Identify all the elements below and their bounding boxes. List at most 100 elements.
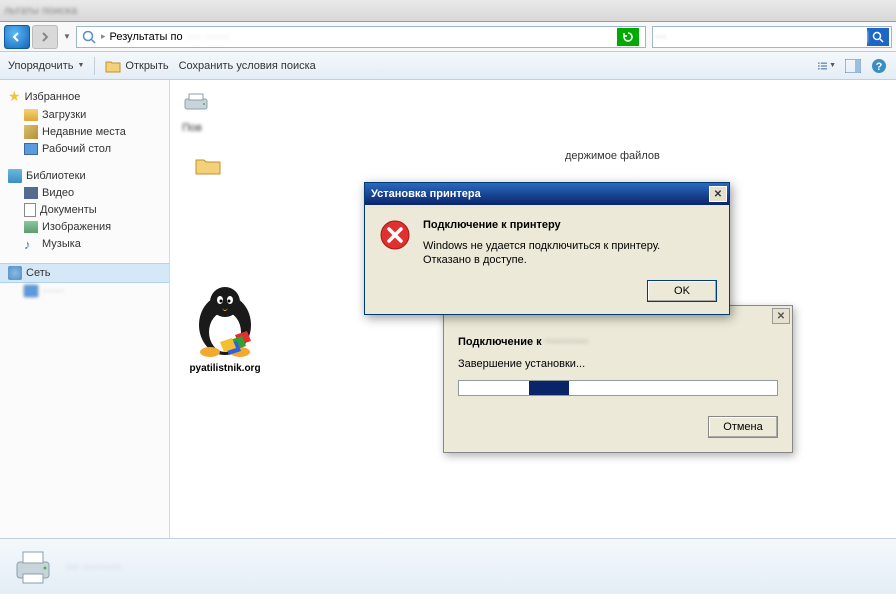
refresh-icon	[622, 31, 634, 43]
progress-status: Завершение установки...	[458, 358, 778, 370]
video-icon	[24, 187, 38, 199]
progress-fill	[529, 381, 569, 395]
organize-label: Упорядочить	[8, 60, 73, 72]
content-area: Пов держимое файлов	[170, 80, 896, 538]
preview-pane-icon	[845, 59, 861, 73]
open-label: Открыть	[125, 60, 168, 72]
window-title-partial: льтаты поиска	[4, 5, 77, 17]
open-folder-icon	[105, 59, 121, 73]
save-search-label: Сохранить условия поиска	[179, 60, 316, 72]
document-icon	[24, 203, 36, 217]
error-line2: Отказано в доступе.	[423, 253, 660, 267]
details-pane: ··· ·········	[0, 538, 896, 594]
window-titlebar: льтаты поиска	[0, 0, 896, 22]
back-arrow-icon	[11, 31, 23, 43]
address-bar[interactable]: ▸ Результаты по ···· ·······	[76, 26, 646, 48]
chevron-down-icon: ▼	[829, 62, 836, 69]
sidebar-item-label: Недавние места	[42, 126, 126, 138]
recent-places-icon	[24, 125, 38, 139]
error-heading: Подключение к принтеру	[423, 219, 660, 231]
search-location-icon	[81, 29, 97, 45]
details-text: ··· ·········	[66, 559, 122, 574]
nav-bar: ▼ ▸ Результаты по ···· ·······	[0, 22, 896, 52]
network-icon	[8, 266, 22, 280]
sidebar-item-label: Загрузки	[42, 109, 86, 121]
search-icon	[872, 31, 884, 43]
back-button[interactable]	[4, 25, 30, 49]
row-partial-label: Пов	[182, 122, 202, 134]
result-row-3[interactable]	[190, 150, 226, 180]
penguin-icon	[180, 280, 270, 360]
breadcrumb-chevron-icon: ▸	[101, 31, 106, 42]
sidebar-item-label: Документы	[40, 204, 97, 216]
printer-icon	[182, 92, 210, 114]
close-button[interactable]: ✕	[772, 308, 790, 324]
sidebar-item-label: Музыка	[42, 238, 81, 250]
forward-arrow-icon	[39, 31, 51, 43]
error-line1: Windows не удается подключиться к принте…	[423, 239, 660, 253]
sidebar-item-desktop[interactable]: Рабочий стол	[0, 141, 169, 157]
folder-large-icon	[194, 154, 222, 176]
refresh-button[interactable]	[617, 28, 639, 46]
chevron-down-icon: ▼	[77, 62, 84, 69]
toolbar-separator	[94, 57, 95, 75]
command-bar: Упорядочить ▼ Открыть Сохранить условия …	[0, 52, 896, 80]
image-icon	[24, 221, 38, 233]
printer-large-icon	[12, 546, 54, 588]
error-dialog-title: Установка принтера	[371, 188, 481, 200]
computer-icon	[24, 285, 38, 297]
sidebar-item-network[interactable]: Сеть	[0, 263, 169, 283]
desktop-icon	[24, 143, 38, 155]
save-search-button[interactable]: Сохранить условия поиска	[179, 60, 316, 72]
ok-button[interactable]: OK	[647, 280, 717, 302]
sidebar-item-recent[interactable]: Недавние места	[0, 123, 169, 141]
view-options-button[interactable]: ▼	[818, 57, 836, 75]
sidebar-item-videos[interactable]: Видео	[0, 185, 169, 201]
libraries-icon	[8, 169, 22, 183]
sidebar-item-label: Рабочий стол	[42, 143, 111, 155]
libraries-group[interactable]: Библиотеки	[0, 167, 169, 185]
sidebar-item-documents[interactable]: Документы	[0, 201, 169, 219]
star-icon: ★	[8, 88, 21, 105]
help-button[interactable]: ?	[870, 57, 888, 75]
search-button[interactable]	[867, 28, 889, 46]
sidebar-item-downloads[interactable]: Загрузки	[0, 107, 169, 123]
error-icon	[379, 219, 411, 251]
preview-pane-button[interactable]	[844, 57, 862, 75]
breadcrumb-label: Результаты по	[110, 31, 183, 43]
music-icon: ♪	[24, 237, 38, 251]
view-list-icon	[818, 60, 827, 72]
sidebar-item-label: Видео	[42, 187, 74, 199]
libraries-label: Библиотеки	[26, 170, 86, 182]
nav-history-dropdown[interactable]: ▼	[60, 25, 74, 49]
error-dialog: Установка принтера ✕ Подключение к принт…	[364, 182, 730, 315]
sidebar-item-label: Изображения	[42, 221, 111, 233]
sidebar-item-network-host[interactable]: ······	[0, 283, 169, 299]
search-input[interactable]	[655, 31, 867, 43]
open-button[interactable]: Открыть	[105, 59, 168, 73]
folder-icon	[24, 109, 38, 121]
folder-hint-text: держимое файлов	[565, 150, 660, 162]
error-dialog-titlebar[interactable]: Установка принтера ✕	[365, 183, 729, 205]
cancel-button[interactable]: Отмена	[708, 416, 778, 438]
progress-dialog: ✕ Подключение к ············ Завершение …	[443, 305, 793, 453]
favorites-label: Избранное	[25, 91, 81, 103]
watermark-logo: pyatilistnik.org	[170, 280, 280, 374]
svg-text:?: ?	[876, 61, 883, 73]
close-button[interactable]: ✕	[709, 186, 727, 202]
navigation-pane: ★ Избранное Загрузки Недавние места Рабо…	[0, 80, 170, 538]
result-row-1[interactable]	[178, 88, 888, 118]
organize-menu[interactable]: Упорядочить ▼	[8, 60, 84, 72]
search-bar	[652, 26, 892, 48]
progress-bar	[458, 380, 778, 396]
sidebar-item-music[interactable]: ♪ Музыка	[0, 235, 169, 253]
result-row-2[interactable]: Пов	[178, 118, 888, 138]
help-icon: ?	[871, 58, 887, 74]
sidebar-item-label: ······	[42, 285, 64, 297]
sidebar-item-pictures[interactable]: Изображения	[0, 219, 169, 235]
breadcrumb-blurred: ···· ·······	[187, 31, 230, 43]
favorites-group[interactable]: ★ Избранное	[0, 86, 169, 107]
network-label: Сеть	[26, 267, 50, 279]
forward-button[interactable]	[32, 25, 58, 49]
watermark-text: pyatilistnik.org	[170, 363, 280, 374]
